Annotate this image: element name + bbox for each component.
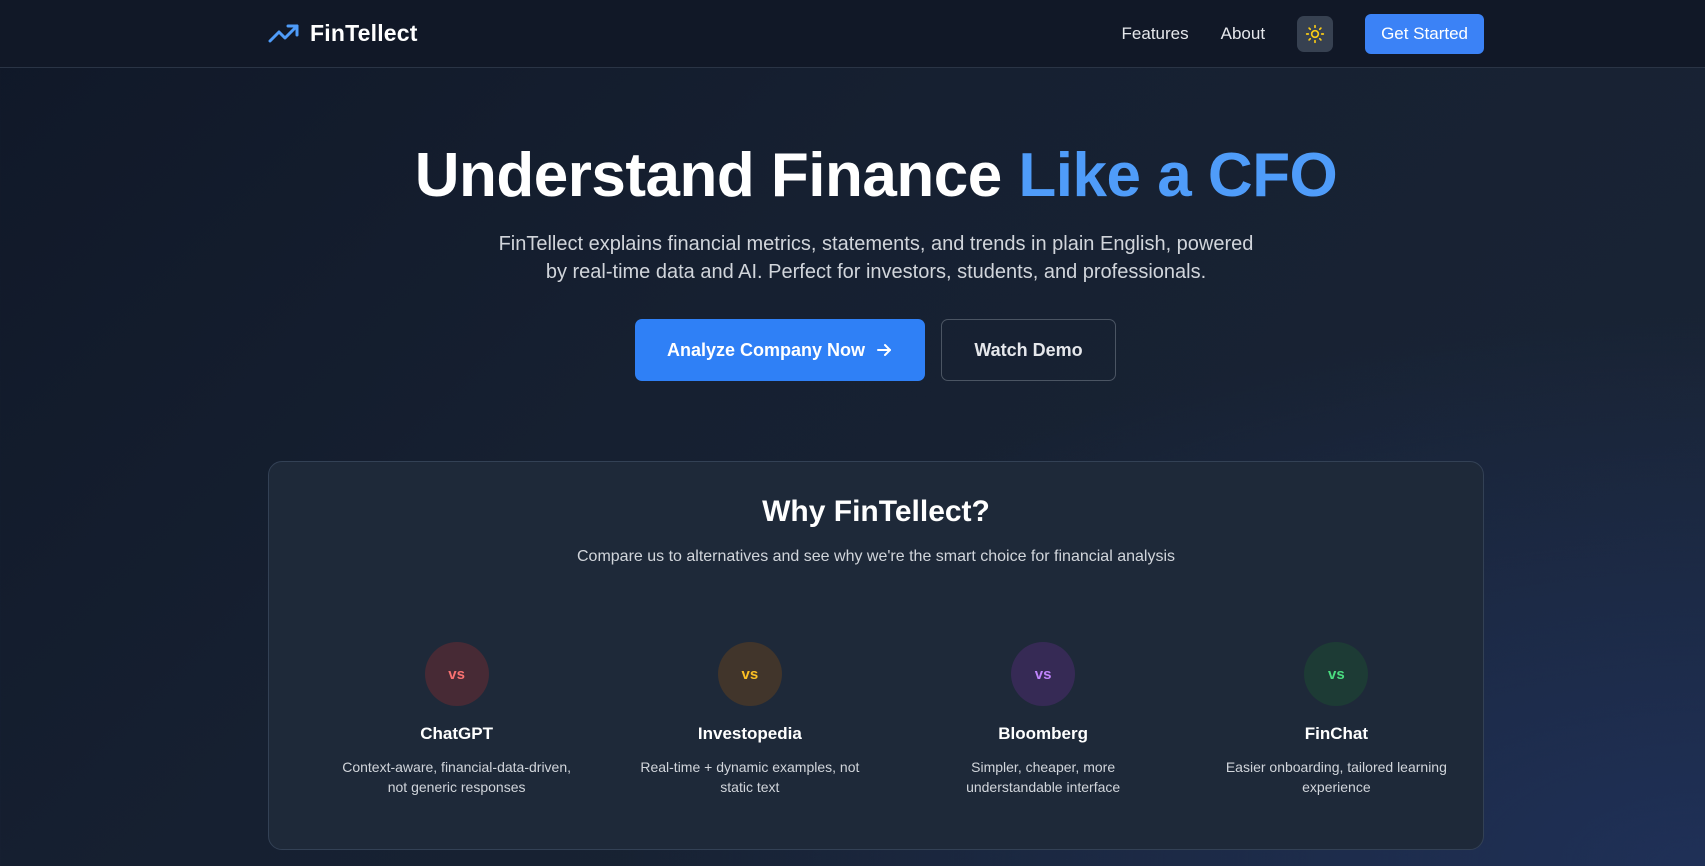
get-started-button[interactable]: Get Started (1365, 13, 1484, 54)
brand-logo[interactable]: FinTellect (268, 20, 418, 47)
hero-subtitle-line-1: FinTellect explains financial metrics, s… (498, 233, 1254, 255)
theme-toggle-button[interactable] (1297, 15, 1334, 52)
comparison-item-finchat: vs FinChat Easier onboarding, tailored l… (1190, 642, 1483, 797)
hero-title-main: Understand Finance (414, 141, 1019, 210)
vs-badge: vs (1011, 642, 1076, 706)
hero-title: Understand Finance Like a CFO (0, 140, 1705, 211)
comparison-item-investopedia: vs Investopedia Real-time + dynamic exam… (603, 642, 896, 797)
watch-demo-button[interactable]: Watch Demo (941, 319, 1116, 381)
comparison-desc: Context-aware, financial-data-driven, no… (342, 759, 572, 795)
comparison-desc: Real-time + dynamic examples, not static… (640, 759, 860, 795)
nav-link-features[interactable]: Features (1122, 24, 1189, 44)
why-subtitle: Compare us to alternatives and see why w… (576, 548, 1175, 565)
comparison-name: Bloomberg (998, 724, 1088, 743)
comparison-desc: Easier onboarding, tailored learning exp… (1225, 759, 1447, 795)
comparison-name: Investopedia (697, 724, 802, 743)
trending-up-icon (268, 24, 299, 42)
hero-title-accent: Like a CFO (1018, 141, 1338, 210)
comparison-list: vs ChatGPT Context-aware, financial-data… (269, 642, 1483, 797)
nav-link-about[interactable]: About (1221, 24, 1265, 44)
brand-name: FinTellect (310, 20, 418, 46)
nav-links: Features About Get Started (1122, 13, 1484, 54)
why-title: Why FinTellect? (762, 495, 990, 528)
arrow-right-icon (877, 344, 892, 356)
analyze-company-label: Analyze Company Now (666, 339, 866, 360)
vs-badge: vs (1304, 642, 1369, 706)
why-fintellect-card: Why FinTellect? Compare us to alternativ… (268, 461, 1484, 850)
comparison-desc: Simpler, cheaper, more understandable in… (966, 759, 1121, 795)
hero-subtitle: FinTellect explains financial metrics, s… (0, 230, 1705, 286)
navbar-inner: FinTellect Features About Get Started (268, 0, 1484, 67)
vs-badge: vs (424, 642, 489, 706)
hero-subtitle-line-2: by real-time data and AI. Perfect for in… (545, 261, 1207, 283)
hero-cta-row: Analyze Company Now Watch Demo (635, 319, 1116, 381)
comparison-item-chatgpt: vs ChatGPT Context-aware, financial-data… (310, 642, 603, 797)
comparison-name: FinChat (1304, 724, 1369, 743)
comparison-item-bloomberg: vs Bloomberg Simpler, cheaper, more unde… (897, 642, 1190, 797)
vs-badge: vs (717, 642, 782, 706)
analyze-company-button[interactable]: Analyze Company Now (635, 319, 925, 381)
sun-icon (1305, 24, 1325, 43)
top-navbar: FinTellect Features About Get Started (0, 0, 1705, 68)
comparison-name: ChatGPT (420, 724, 493, 743)
